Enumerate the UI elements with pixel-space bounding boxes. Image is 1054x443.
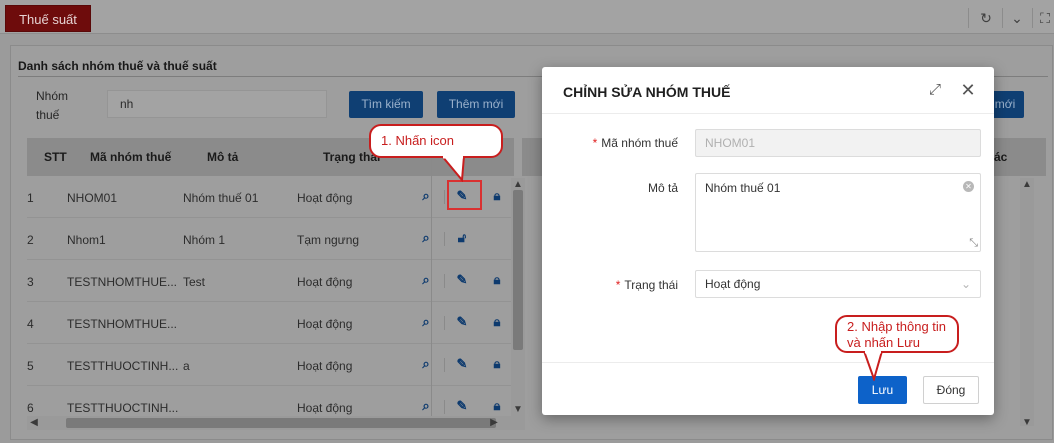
- scroll-down-icon[interactable]: ▼: [1019, 414, 1035, 432]
- cell-stt: 4: [27, 317, 34, 331]
- col-code: Mã nhóm thuế: [90, 150, 172, 164]
- action-divider: [444, 316, 445, 330]
- code-label: * Mã nhóm thuế: [558, 136, 678, 150]
- cell-desc: Nhóm 1: [183, 233, 226, 247]
- cell-status: Hoạt động: [297, 359, 353, 373]
- edit-icon-highlight: [447, 180, 482, 210]
- table-row: 3 TESTNHOMTHUE... Test Hoạt động ⌕ ✎ 🔒︎: [27, 260, 514, 302]
- cell-code: NHOM01: [67, 191, 118, 205]
- callout-step-2-line1: 2. Nhập thông tin: [847, 319, 947, 334]
- callout-step-2-line2: và nhấn Lưu: [847, 335, 921, 350]
- pencil-icon[interactable]: ✎: [455, 357, 469, 371]
- modal-footer-divider: [542, 362, 994, 363]
- lock-icon[interactable]: 🔒︎: [490, 315, 504, 329]
- search-label-line2: thuế: [36, 108, 60, 122]
- action-divider: [444, 358, 445, 372]
- cell-status: Hoạt động: [297, 191, 353, 205]
- status-label-text: Trạng thái: [624, 278, 678, 292]
- search-input[interactable]: nh: [107, 90, 327, 118]
- cell-status: Hoạt động: [297, 317, 353, 331]
- pencil-icon[interactable]: ✎: [455, 273, 469, 287]
- callout-step-1-text: 1. Nhấn icon: [381, 133, 454, 148]
- required-mark: *: [592, 136, 598, 150]
- top-divider: [1032, 8, 1033, 28]
- edit-tax-group-modal: CHỈNH SỬA NHÓM THUẾ ⤢ ✕ * Mã nhóm thuế NH…: [542, 67, 994, 415]
- callout-step-1-pointer: [440, 156, 466, 182]
- cell-stt: 1: [27, 191, 34, 205]
- modal-header-divider: [542, 113, 994, 114]
- chevron-down-icon: ⌄: [960, 277, 971, 291]
- lock-icon[interactable]: 🔒︎: [490, 357, 504, 371]
- lock-icon[interactable]: 🔒︎: [490, 189, 504, 203]
- action-divider: [444, 232, 445, 246]
- cell-stt: 5: [27, 359, 34, 373]
- search-button[interactable]: Tìm kiếm: [349, 91, 423, 118]
- table-row: 2 Nhom1 Nhóm 1 Tạm ngưng ⌕ 🔓︎: [27, 218, 514, 260]
- cell-code: TESTNHOMTHUE...: [67, 317, 177, 331]
- top-divider: [1002, 8, 1003, 28]
- fullscreen-icon[interactable]: ⛶: [1036, 9, 1054, 27]
- callout-step-2-pointer: [862, 351, 884, 381]
- cell-desc: Test: [183, 275, 206, 289]
- scroll-left-icon[interactable]: ◀: [27, 414, 41, 432]
- desc-field-value: Nhóm thuế 01: [705, 181, 781, 195]
- table-row: 5 TESTTHUOCTINH... a Hoạt động ⌕ ✎ 🔒︎: [27, 344, 514, 386]
- cell-status: Tạm ngưng: [297, 233, 360, 247]
- callout-step-2: 2. Nhập thông tin và nhấn Lưu: [835, 315, 959, 353]
- top-tab-bar: [0, 0, 1054, 34]
- cell-desc: a: [183, 359, 190, 373]
- cell-code: TESTTHUOCTINH...: [67, 359, 179, 373]
- resize-handle-icon[interactable]: ⤡: [969, 237, 978, 250]
- cell-code: Nhom1: [67, 233, 106, 247]
- scroll-up-icon[interactable]: ▲: [1019, 176, 1035, 194]
- pencil-icon[interactable]: ✎: [455, 315, 469, 329]
- action-divider: [444, 274, 445, 288]
- top-divider: [968, 8, 969, 28]
- table-row: 1 NHOM01 Nhóm thuế 01 Hoạt động ⌕ ✎ 🔒︎: [27, 176, 514, 218]
- status-label: * Trạng thái: [558, 278, 678, 292]
- cell-stt: 3: [27, 275, 34, 289]
- horizontal-scroll-thumb[interactable]: [66, 418, 496, 428]
- modal-title: CHỈNH SỬA NHÓM THUẾ: [563, 84, 731, 100]
- desc-field[interactable]: Nhóm thuế 01 ✕ ⤡: [695, 173, 981, 252]
- status-select-value: Hoạt động: [705, 277, 761, 291]
- panel-title: Danh sách nhóm thuế và thuế suất: [18, 59, 217, 73]
- scroll-right-icon[interactable]: ▶: [487, 414, 501, 432]
- fixed-column-divider: [431, 138, 432, 428]
- cell-desc: Nhóm thuế 01: [183, 191, 259, 205]
- status-select[interactable]: Hoạt động ⌄: [695, 270, 981, 298]
- required-mark: *: [615, 278, 621, 292]
- add-button[interactable]: Thêm mới: [437, 91, 515, 118]
- cell-stt: 6: [27, 401, 34, 415]
- right-vertical-scrollbar[interactable]: [1020, 178, 1034, 426]
- callout-step-1: 1. Nhấn icon: [369, 124, 503, 158]
- clear-icon[interactable]: ✕: [963, 181, 974, 192]
- code-label-text: Mã nhóm thuế: [601, 136, 678, 150]
- cell-code: TESTTHUOCTINH...: [67, 401, 179, 415]
- close-button[interactable]: Đóng: [923, 376, 979, 404]
- cell-status: Hoạt động: [297, 401, 353, 415]
- action-divider: [444, 190, 445, 204]
- col-desc: Mô tả: [207, 150, 239, 164]
- table-row: 4 TESTNHOMTHUE... Hoạt động ⌕ ✎ 🔒︎: [27, 302, 514, 344]
- desc-label: Mô tả: [647, 181, 678, 195]
- action-divider: [444, 400, 445, 414]
- refresh-icon[interactable]: ↻: [977, 9, 995, 27]
- search-label-line1: Nhóm: [36, 89, 69, 103]
- expand-icon[interactable]: ⤢: [926, 81, 944, 99]
- close-icon[interactable]: ✕: [959, 81, 977, 99]
- pencil-icon[interactable]: ✎: [455, 399, 469, 413]
- cell-code: TESTNHOMTHUE...: [67, 275, 177, 289]
- cell-stt: 2: [27, 233, 34, 247]
- col-stt: STT: [44, 150, 67, 164]
- code-field[interactable]: NHOM01: [695, 129, 981, 157]
- lock-icon[interactable]: 🔒︎: [490, 399, 504, 413]
- lock-icon[interactable]: 🔒︎: [490, 273, 504, 287]
- chevron-down-icon[interactable]: ⌄: [1008, 9, 1026, 27]
- tab-thue-suat[interactable]: Thuế suất: [5, 5, 91, 32]
- cell-status: Hoạt động: [297, 275, 353, 289]
- unlock-icon[interactable]: 🔓︎: [455, 231, 469, 245]
